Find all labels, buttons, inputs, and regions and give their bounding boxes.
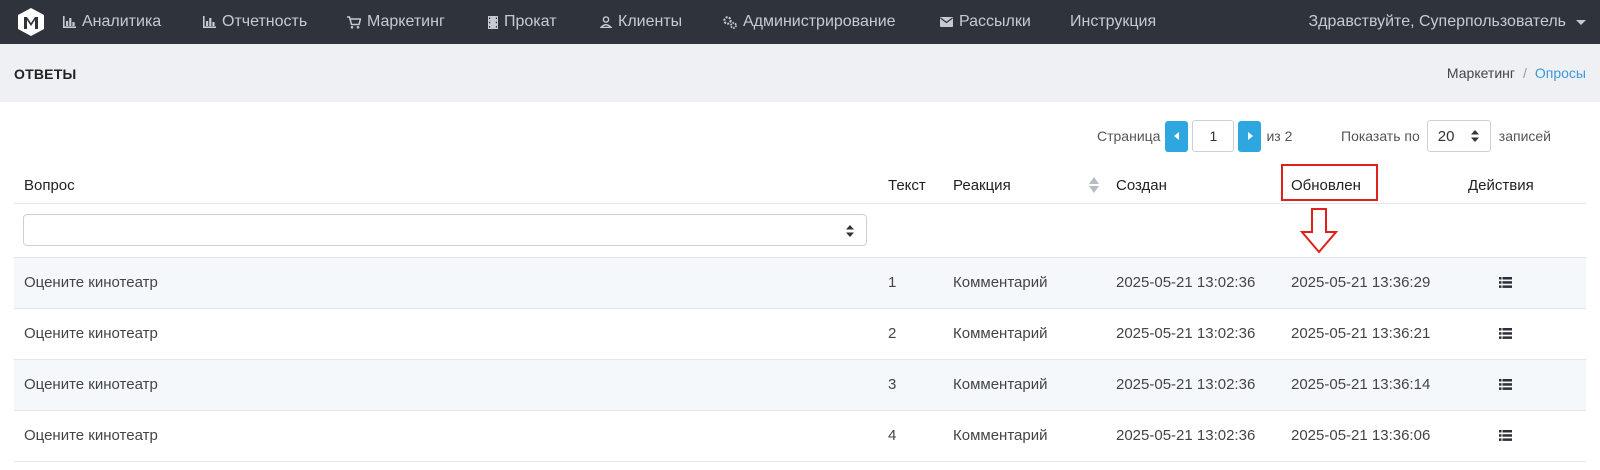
column-header-created[interactable]: Создан xyxy=(1116,177,1167,194)
nav-label: Отчетность xyxy=(222,13,308,30)
next-page-button[interactable] xyxy=(1238,120,1262,152)
column-header-actions: Действия xyxy=(1468,177,1534,194)
page-total-label: из 2 xyxy=(1266,128,1293,144)
sort-arrows-icon xyxy=(846,225,854,237)
user-greeting: Здравствуйте, Суперпользователь xyxy=(1308,13,1566,30)
table-row: Оцените кинотеатр 4 Комментарий 2025-05-… xyxy=(14,411,1586,462)
nav-item-rental[interactable]: Прокат xyxy=(488,0,557,44)
table-row: Оцените кинотеатр 2 Комментарий 2025-05-… xyxy=(14,309,1586,360)
cell-created: 2025-05-21 13:02:36 xyxy=(1116,376,1256,393)
cell-question: Оцените кинотеатр xyxy=(24,325,158,342)
nav-item-clients[interactable]: Клиенты xyxy=(600,0,682,44)
cell-text: 2 xyxy=(888,325,897,342)
nav-label: Администрирование xyxy=(743,13,896,30)
nav-item-instructions[interactable]: Инструкция xyxy=(1070,0,1156,44)
caret-down-icon xyxy=(1576,19,1586,25)
cell-text: 1 xyxy=(888,274,897,291)
bar-chart-icon xyxy=(203,16,216,28)
sort-arrows-icon xyxy=(1470,130,1479,142)
nav-item-mailings[interactable]: Рассылки xyxy=(940,0,1031,44)
arrow-down-icon xyxy=(1300,208,1338,254)
page-header: ОТВЕТЫ Маркетинг / Опросы xyxy=(0,44,1600,102)
cell-question: Оцените кинотеатр xyxy=(24,274,158,291)
highlight-box xyxy=(1281,164,1378,201)
cell-created: 2025-05-21 13:02:36 xyxy=(1116,427,1256,444)
caret-right-icon xyxy=(1247,132,1253,140)
cell-question: Оцените кинотеатр xyxy=(24,376,158,393)
sort-icon[interactable] xyxy=(1089,176,1099,194)
page-title: ОТВЕТЫ xyxy=(14,66,77,82)
cell-updated: 2025-05-21 13:36:29 xyxy=(1291,274,1431,291)
cell-reaction: Комментарий xyxy=(953,376,1048,393)
nav-label: Клиенты xyxy=(618,13,683,30)
cell-created: 2025-05-21 13:02:36 xyxy=(1116,325,1256,342)
breadcrumb-current[interactable]: Опросы xyxy=(1535,65,1586,81)
envelope-icon xyxy=(940,17,953,27)
user-menu-dropdown[interactable]: Здравствуйте, Суперпользователь xyxy=(1309,0,1586,44)
pagination: Страница 1 из 2 xyxy=(1097,120,1292,152)
nav-label: Маркетинг xyxy=(367,13,445,30)
nav-label: Аналитика xyxy=(82,13,162,30)
breadcrumb: Маркетинг / Опросы xyxy=(1447,65,1586,81)
gears-icon xyxy=(723,15,737,29)
caret-left-icon xyxy=(1173,132,1179,140)
nav-label: Прокат xyxy=(504,13,557,30)
nav-item-marketing[interactable]: Маркетинг xyxy=(347,0,445,44)
table-row: Оцените кинотеатр 3 Комментарий 2025-05-… xyxy=(14,360,1586,411)
cell-reaction: Комментарий xyxy=(953,427,1048,444)
cell-created: 2025-05-21 13:02:36 xyxy=(1116,274,1256,291)
cell-question: Оцените кинотеатр xyxy=(24,427,158,444)
page-label: Страница xyxy=(1097,128,1161,144)
divider xyxy=(14,461,1586,462)
page-size-control: Показать по 20 записей xyxy=(1341,120,1551,152)
page-size-select[interactable]: 20 xyxy=(1426,120,1491,152)
column-header-text[interactable]: Текст xyxy=(888,177,926,194)
cell-text: 3 xyxy=(888,376,897,393)
records-label: записей xyxy=(1498,128,1551,144)
table-row: Оцените кинотеатр 1 Комментарий 2025-05-… xyxy=(14,258,1586,309)
prev-page-button[interactable] xyxy=(1165,120,1189,152)
breadcrumb-parent[interactable]: Маркетинг xyxy=(1447,65,1515,81)
nav-label: Рассылки xyxy=(959,13,1031,30)
film-icon xyxy=(488,15,498,29)
divider xyxy=(14,203,1586,204)
breadcrumb-separator: / xyxy=(1523,65,1527,81)
show-label: Показать по xyxy=(1341,128,1420,144)
question-filter-select[interactable] xyxy=(23,214,867,246)
top-navbar: Аналитика Отчетность Маркетинг Прокат Кл… xyxy=(0,0,1600,44)
page-size-value: 20 xyxy=(1437,127,1455,145)
bar-chart-icon xyxy=(63,16,76,28)
list-icon[interactable] xyxy=(1499,430,1512,441)
list-icon[interactable] xyxy=(1499,277,1512,288)
list-icon[interactable] xyxy=(1499,328,1512,339)
cell-reaction: Комментарий xyxy=(953,274,1048,291)
nav-item-analytics[interactable]: Аналитика xyxy=(63,0,161,44)
nav-label: Инструкция xyxy=(1070,13,1157,30)
cart-icon xyxy=(347,15,361,29)
cell-updated: 2025-05-21 13:36:06 xyxy=(1291,427,1431,444)
list-icon[interactable] xyxy=(1499,379,1512,390)
nav-item-reports[interactable]: Отчетность xyxy=(203,0,307,44)
user-icon xyxy=(600,16,612,28)
cell-text: 4 xyxy=(888,427,897,444)
cell-updated: 2025-05-21 13:36:21 xyxy=(1291,325,1431,342)
page-number-input[interactable]: 1 xyxy=(1192,120,1235,152)
logo-icon[interactable] xyxy=(17,7,45,37)
nav-item-administration[interactable]: Администрирование xyxy=(723,0,896,44)
column-header-question[interactable]: Вопрос xyxy=(24,177,75,194)
column-header-reaction[interactable]: Реакция xyxy=(953,177,1011,194)
cell-updated: 2025-05-21 13:36:14 xyxy=(1291,376,1431,393)
cell-reaction: Комментарий xyxy=(953,325,1048,342)
